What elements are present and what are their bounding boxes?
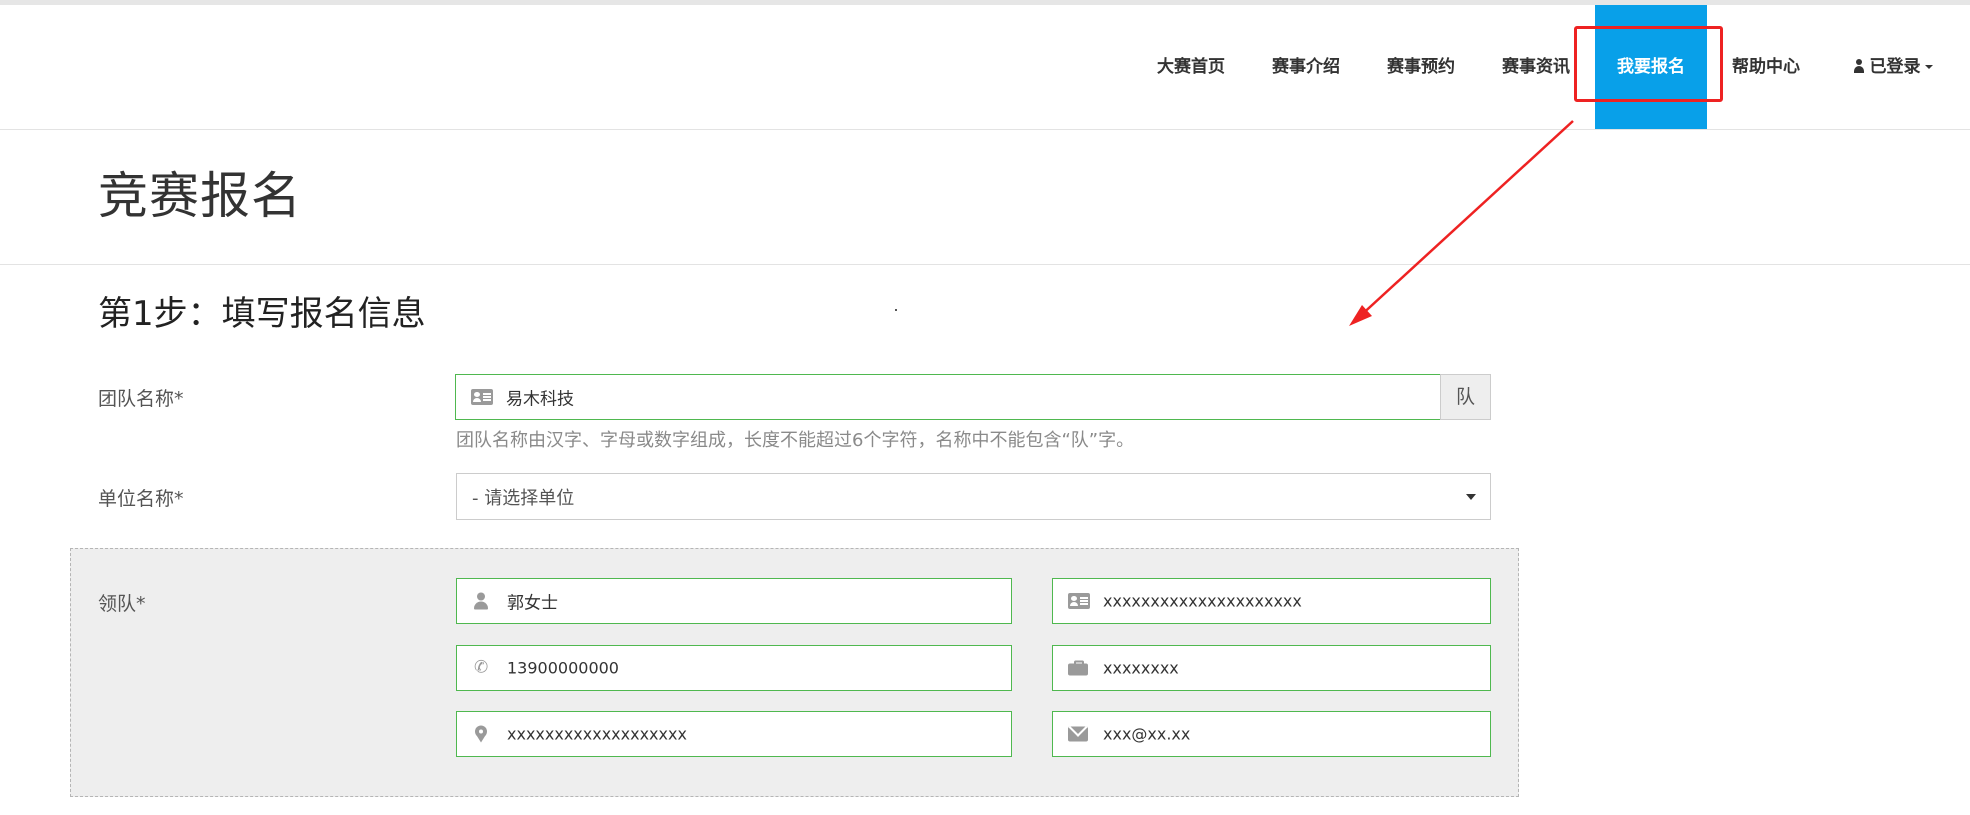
leader-label: 领队* — [98, 593, 146, 615]
arrow-line — [1357, 120, 1574, 319]
chevron-down-icon — [1466, 494, 1476, 500]
leader-name-input[interactable]: 郭女士 — [456, 578, 1012, 624]
arrow-head — [1349, 305, 1372, 326]
nav-user-menu[interactable]: 已登录 — [1843, 5, 1943, 129]
user-icon — [474, 592, 488, 610]
nav-reservation[interactable]: 赛事预约 — [1378, 5, 1464, 129]
phone-icon: ✆ — [474, 657, 489, 678]
user-icon — [1853, 59, 1864, 73]
leader-id-card-value: xxxxxxxxxxxxxxxxxxxxx — [1103, 591, 1302, 611]
unit-select[interactable]: - 请选择单位 — [456, 473, 1491, 520]
leader-address-value: xxxxxxxxxxxxxxxxxxx — [507, 724, 687, 744]
leader-address-input[interactable]: xxxxxxxxxxxxxxxxxxx — [456, 711, 1012, 757]
team-name-help: 团队名称由汉字、字母或数字组成，长度不能超过6个字符，名称中不能包含“队”字。 — [456, 430, 1135, 451]
leader-email-input[interactable]: xxx@xx.xx — [1052, 711, 1491, 757]
step-title: 第1步：填写报名信息 — [98, 294, 426, 334]
stray-dot — [895, 309, 897, 311]
user-label: 已登录 — [1869, 57, 1921, 77]
leader-name-value: 郭女士 — [507, 593, 558, 614]
id-card-icon — [471, 389, 493, 405]
team-name-input[interactable]: 易木科技 — [455, 374, 1441, 420]
leader-job-value: xxxxxxxx — [1103, 658, 1179, 678]
divider — [0, 264, 1970, 265]
briefcase-icon — [1068, 660, 1088, 676]
unit-name-label: 单位名称* — [98, 488, 184, 510]
team-name-value: 易木科技 — [506, 389, 574, 410]
nav-help[interactable]: 帮助中心 — [1723, 5, 1809, 129]
nav-home[interactable]: 大赛首页 — [1148, 5, 1234, 129]
leader-id-card-input[interactable]: xxxxxxxxxxxxxxxxxxxxx — [1052, 578, 1491, 624]
leader-phone-input[interactable]: ✆ 13900000000 — [456, 645, 1012, 691]
annotation-highlight-box — [1574, 26, 1723, 102]
chevron-down-icon — [1924, 65, 1933, 69]
envelope-icon — [1068, 726, 1088, 742]
id-card-icon — [1068, 593, 1090, 609]
leader-phone-value: 13900000000 — [507, 658, 619, 678]
nav-intro[interactable]: 赛事介绍 — [1263, 5, 1349, 129]
page-title: 竞赛报名 — [98, 167, 302, 225]
unit-select-value: - 请选择单位 — [472, 487, 575, 509]
map-pin-icon — [475, 725, 487, 743]
leader-job-input[interactable]: xxxxxxxx — [1052, 645, 1491, 691]
team-suffix-addon: 队 — [1440, 374, 1491, 420]
nav-news[interactable]: 赛事资讯 — [1493, 5, 1579, 129]
leader-email-value: xxx@xx.xx — [1103, 724, 1191, 744]
team-name-label: 团队名称* — [98, 388, 184, 410]
